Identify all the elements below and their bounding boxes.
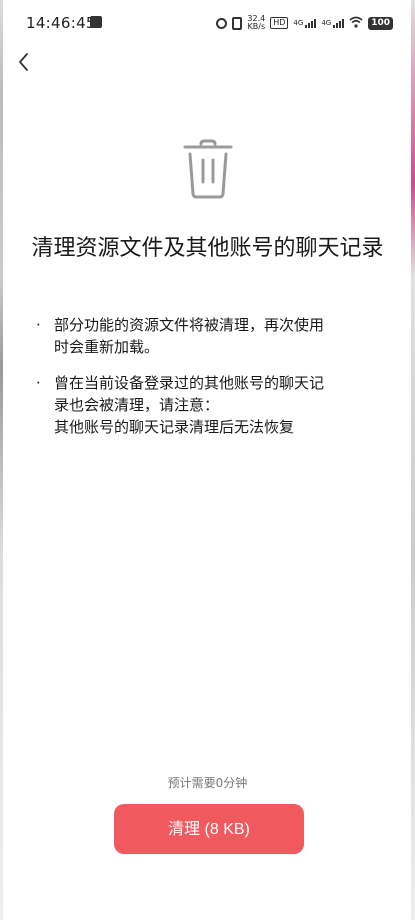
wifi-icon [349, 16, 363, 31]
sim2-signal-icon: 4G [321, 18, 345, 28]
clear-storage-page: 14:46:45 32.4 KB/s HD 4G 4G 100 清理资源文件及其… [0, 0, 415, 920]
info-item: · 曾在当前设备登录过的其他账号的聊天记 录也会被清理，请注意： 其他账号的聊天… [34, 372, 384, 438]
back-button[interactable] [12, 50, 36, 74]
info-item-line: 录也会被清理，请注意： [54, 396, 220, 414]
trash-icon [183, 139, 233, 199]
info-item-line: 其他账号的聊天记录清理后无法恢复 [54, 418, 295, 436]
bullet-dot: · [36, 316, 41, 334]
sim1-tag: 4G [293, 18, 304, 27]
battery-indicator: 100 [368, 16, 393, 30]
status-bar: 14:46:45 32.4 KB/s HD 4G 4G 100 [0, 0, 415, 44]
bullet-dot: · [36, 374, 41, 392]
info-item-line: 部分功能的资源文件将被清理，再次使用 [54, 316, 325, 334]
sim1-signal-icon: 4G [293, 18, 317, 28]
network-speed: 32.4 KB/s [247, 15, 265, 31]
network-speed-unit: KB/s [247, 22, 266, 31]
time-estimate: 预计需要0分钟 [167, 776, 248, 790]
status-icons: 32.4 KB/s HD 4G 4G 100 [216, 14, 393, 32]
info-item-line: 时会重新加载。 [54, 338, 160, 356]
info-list: · 部分功能的资源文件将被清理，再次使用 时会重新加载。 · 曾在当前设备登录过… [34, 314, 384, 452]
notification-icon [90, 16, 102, 28]
info-item-line: 曾在当前设备登录过的其他账号的聊天记 [54, 374, 325, 392]
status-time: 14:46:45 [26, 14, 96, 32]
page-title: 清理资源文件及其他账号的聊天记录 [31, 236, 384, 261]
clean-button[interactable]: 清理 (8 KB) [114, 804, 304, 854]
info-item: · 部分功能的资源文件将被清理，再次使用 时会重新加载。 [34, 314, 384, 358]
hd-indicator: HD [270, 17, 289, 29]
alarm-icon [216, 17, 228, 29]
vibrate-icon [232, 16, 243, 30]
chevron-left-icon [19, 53, 28, 71]
sim2-tag: 4G [321, 18, 332, 27]
